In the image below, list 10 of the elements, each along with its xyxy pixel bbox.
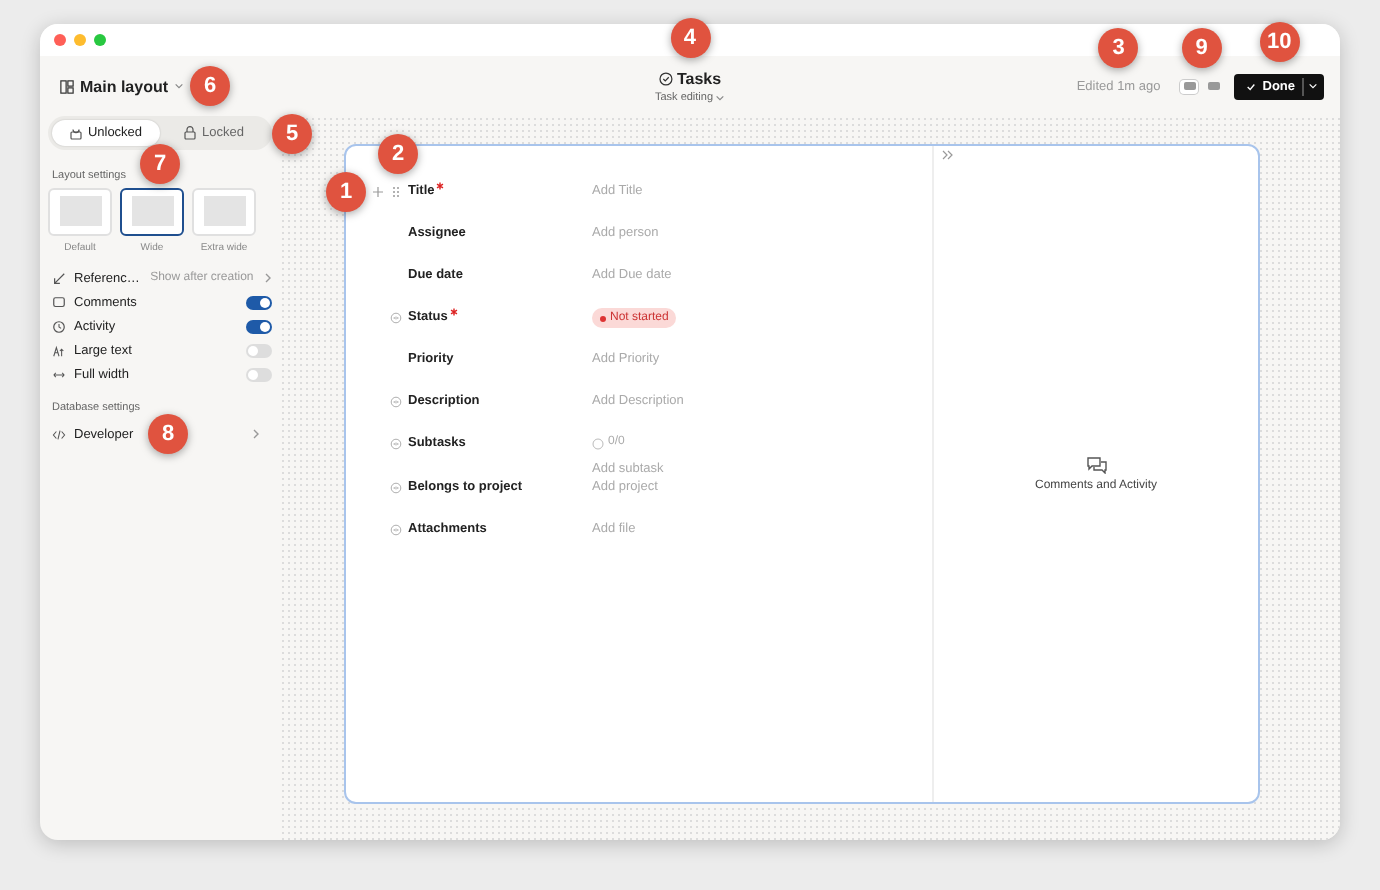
callout-badge: 8: [148, 414, 188, 454]
callout-badge: 7: [140, 144, 180, 184]
callout-badge: 2: [378, 133, 418, 173]
callout-badge: 4: [670, 17, 710, 57]
window-title: Tasks: [676, 69, 722, 87]
callout-badge: 6: [190, 65, 231, 105]
layout-menu[interactable]: Main layout: [60, 77, 185, 95]
callout-badge: 10: [1259, 21, 1300, 61]
callout-badge: 1: [326, 171, 366, 211]
callout-badge: 5: [272, 114, 312, 154]
